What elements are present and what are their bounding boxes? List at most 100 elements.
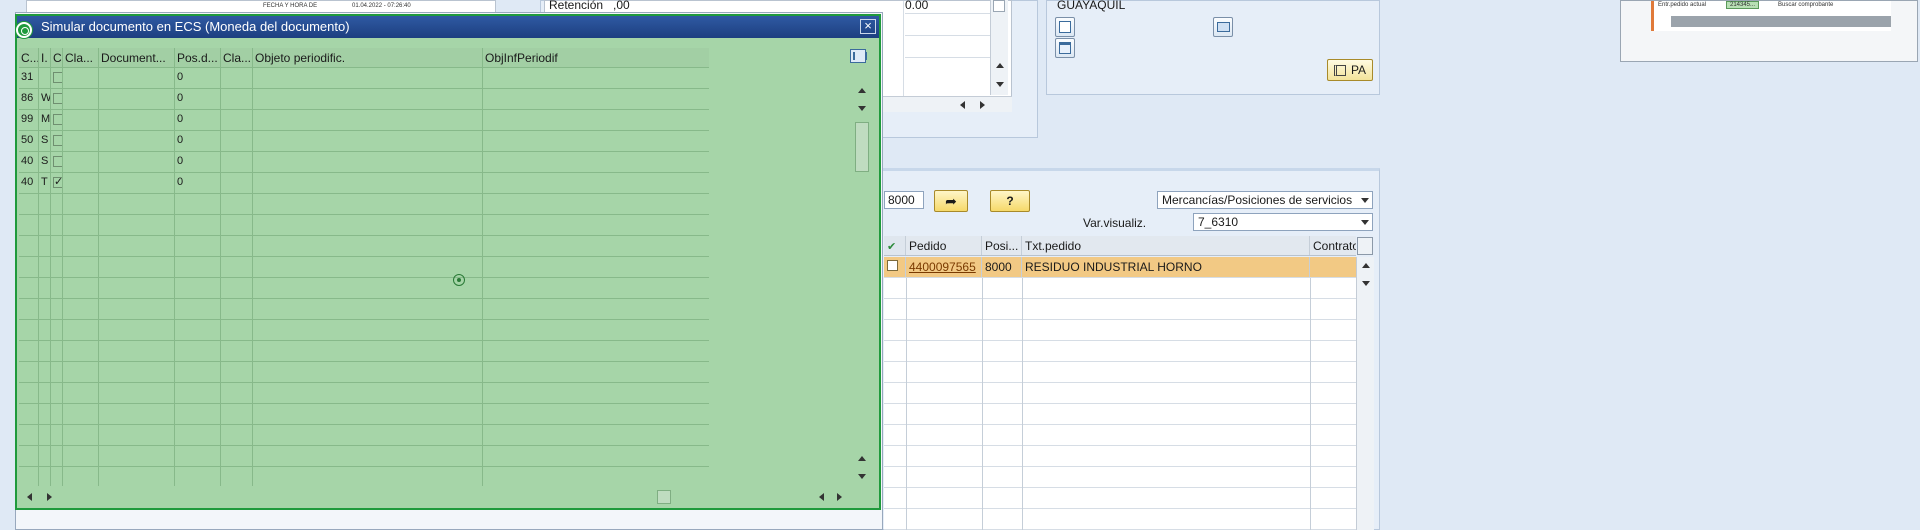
grid-row[interactable]: 40 T ✓ 0: [19, 173, 709, 194]
scroll-up-icon-bottom[interactable]: [858, 456, 866, 461]
scroll-left-icon[interactable]: [27, 493, 32, 501]
grid-cell: [63, 194, 99, 215]
transfer-button[interactable]: ➦: [934, 190, 968, 212]
grid-cell: [51, 446, 63, 467]
grid-cell: [63, 89, 99, 110]
grid-cell: [51, 341, 63, 362]
help-button[interactable]: ?: [990, 190, 1030, 212]
row-checkbox[interactable]: [53, 156, 62, 167]
grid-row[interactable]: [19, 257, 709, 278]
grid-cell: [483, 467, 709, 486]
grid-row[interactable]: [19, 425, 709, 446]
grid-row[interactable]: [19, 446, 709, 467]
receipt-date-value: 01.04.2022 - 07:26:40: [352, 3, 411, 9]
scroll-right-icon[interactable]: [47, 493, 52, 501]
grid-row[interactable]: [19, 320, 709, 341]
grid-cell: [51, 320, 63, 341]
scroll-thumb[interactable]: [855, 122, 869, 172]
close-button[interactable]: ×: [860, 19, 876, 34]
retention-label: Retención: [549, 0, 604, 12]
grid-cell: [483, 194, 709, 215]
vendor-print-button[interactable]: [1213, 17, 1233, 37]
pa-button[interactable]: PA: [1327, 59, 1373, 81]
scroll-right-icon-end[interactable]: [837, 493, 842, 501]
grid-cell: [253, 131, 483, 152]
scroll-left-icon-end[interactable]: [819, 493, 824, 501]
col-header-position[interactable]: Pos.d...: [175, 48, 221, 68]
grid-cell: [51, 215, 63, 236]
vendor-details-button[interactable]: [1055, 17, 1075, 37]
row-select-box[interactable]: [884, 257, 906, 277]
hscroll-thumb[interactable]: [657, 490, 671, 504]
grid-cell: [221, 131, 253, 152]
display-variant-select[interactable]: 7_6310: [1193, 213, 1373, 231]
grid-cell: [175, 194, 221, 215]
col-header-periodic-object[interactable]: Objeto periodific.: [253, 48, 483, 68]
cell-account-code: 31: [19, 68, 39, 89]
row-checkbox[interactable]: [53, 114, 62, 125]
po-col-pedido[interactable]: Pedido: [906, 236, 982, 255]
col-header-objinf[interactable]: ObjInfPeriodif: [483, 48, 709, 68]
scroll-up-icon[interactable]: [858, 88, 866, 93]
dialog-titlebar[interactable]: Simular documento en ECS (Moneda del doc…: [17, 16, 879, 38]
po-table-vscroll[interactable]: [1356, 257, 1374, 530]
grid-cell: [39, 341, 51, 362]
grid-cell: [221, 215, 253, 236]
position-input[interactable]: 8000: [884, 191, 924, 209]
dialog-hscroll[interactable]: [19, 488, 861, 506]
grid-row[interactable]: [19, 278, 709, 299]
grid-cell: [221, 467, 253, 486]
po-number-link[interactable]: 4400097565: [906, 257, 982, 277]
row-checkbox[interactable]: ✓: [53, 177, 62, 188]
col-header-check[interactable]: C: [51, 48, 63, 68]
grid-row[interactable]: 99 M 0: [19, 110, 709, 131]
grid-row[interactable]: [19, 362, 709, 383]
row-checkbox[interactable]: [53, 72, 62, 83]
grid-cell: [39, 194, 51, 215]
row-checkbox[interactable]: [53, 135, 62, 146]
grid-row[interactable]: 86 W 0: [19, 89, 709, 110]
grid-cell: [483, 173, 709, 194]
grid-cell: [99, 278, 175, 299]
grid-cell: [221, 68, 253, 89]
grid-cell: [19, 299, 39, 320]
scroll-down-icon-bottom[interactable]: [858, 474, 866, 479]
grid-row[interactable]: 31 0: [19, 68, 709, 89]
grid-row[interactable]: [19, 404, 709, 425]
select-all-icon[interactable]: ✔: [884, 236, 906, 255]
po-col-contrato[interactable]: Contrato: [1310, 236, 1356, 255]
grid-row[interactable]: 50 S 0: [19, 131, 709, 152]
scroll-down-icon[interactable]: [858, 106, 866, 111]
po-table-row[interactable]: 4400097565 8000 RESIDUO INDUSTRIAL HORNO: [884, 257, 1356, 278]
grid-row[interactable]: [19, 215, 709, 236]
item-type-select[interactable]: Mercancías/Posiciones de servicios: [1157, 191, 1373, 209]
po-table-settings-icon[interactable]: [1357, 237, 1373, 255]
grid-cell: [51, 362, 63, 383]
col-header-document[interactable]: Document...: [99, 48, 175, 68]
vendor-calendar-button[interactable]: [1055, 38, 1075, 58]
col-header-class-2[interactable]: Cla...: [221, 48, 253, 68]
grid-row[interactable]: 40 S 0: [19, 152, 709, 173]
grid-cell: [19, 446, 39, 467]
grid-cell: [483, 215, 709, 236]
grid-row[interactable]: [19, 383, 709, 404]
po-col-pos[interactable]: Posi...: [982, 236, 1022, 255]
po-col-texto[interactable]: Txt.pedido: [1022, 236, 1310, 255]
grid-cell: [39, 446, 51, 467]
col-header-c[interactable]: C...: [19, 48, 39, 68]
accounting-grid: C... I. C Cla... Document... Pos.d... Cl…: [19, 48, 709, 486]
grid-row[interactable]: [19, 299, 709, 320]
grid-cell: [253, 173, 483, 194]
grid-cell: [19, 467, 39, 486]
grid-row[interactable]: [19, 194, 709, 215]
grid-row[interactable]: [19, 467, 709, 486]
row-checkbox[interactable]: [53, 93, 62, 104]
col-header-i[interactable]: I.: [39, 48, 51, 68]
grid-row[interactable]: [19, 341, 709, 362]
grid-row[interactable]: [19, 236, 709, 257]
col-header-class[interactable]: Cla...: [63, 48, 99, 68]
dialog-vscroll[interactable]: [849, 48, 875, 490]
amounts-vscroll[interactable]: [990, 0, 1008, 95]
grid-cell: [99, 299, 175, 320]
grid-cell: [253, 467, 483, 486]
